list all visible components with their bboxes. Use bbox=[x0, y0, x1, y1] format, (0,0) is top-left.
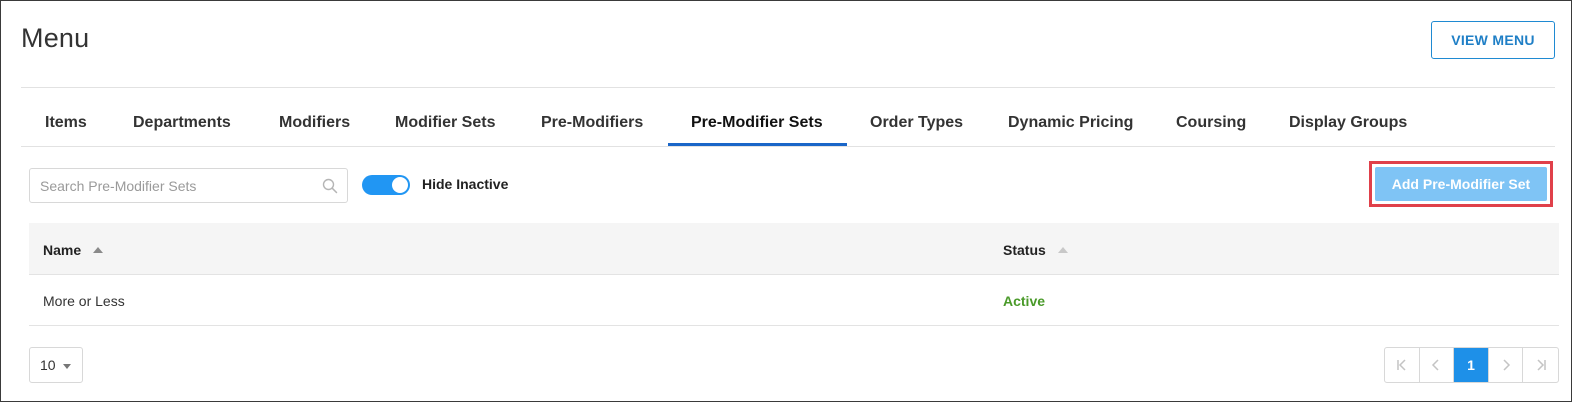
page-size-value: 10 bbox=[40, 357, 56, 373]
previous-page-button[interactable] bbox=[1420, 348, 1455, 382]
tab-items[interactable]: Items bbox=[45, 101, 87, 147]
search-icon[interactable] bbox=[322, 178, 338, 194]
next-page-button[interactable] bbox=[1489, 348, 1524, 382]
row-name: More or Less bbox=[43, 293, 125, 309]
tab-bar: Items Departments Modifiers Modifier Set… bbox=[21, 101, 1555, 147]
toggle-knob bbox=[392, 177, 408, 193]
tab-coursing[interactable]: Coursing bbox=[1176, 101, 1246, 147]
active-tab-indicator bbox=[668, 143, 847, 146]
hide-inactive-label: Hide Inactive bbox=[422, 176, 509, 192]
tab-display-groups[interactable]: Display Groups bbox=[1289, 101, 1407, 147]
tab-modifiers[interactable]: Modifiers bbox=[279, 101, 350, 147]
tab-pre-modifier-sets[interactable]: Pre-Modifier Sets bbox=[691, 101, 823, 147]
search-input[interactable] bbox=[30, 169, 310, 202]
page-size-select[interactable]: 10 bbox=[29, 347, 83, 383]
app-window: Menu VIEW MENU Items Departments Modifie… bbox=[0, 0, 1572, 402]
page-title: Menu bbox=[21, 23, 90, 53]
page-1-button[interactable]: 1 bbox=[1454, 348, 1489, 382]
column-header-status[interactable]: Status bbox=[1003, 242, 1068, 258]
last-page-icon bbox=[1537, 359, 1546, 371]
tab-departments[interactable]: Departments bbox=[133, 101, 231, 147]
previous-page-icon bbox=[1432, 359, 1439, 371]
column-header-name-label: Name bbox=[43, 242, 82, 258]
table-header: Name Status bbox=[29, 223, 1559, 275]
last-page-button[interactable] bbox=[1523, 348, 1558, 382]
column-header-name[interactable]: Name bbox=[43, 242, 104, 258]
sort-up-icon bbox=[93, 247, 104, 253]
add-pre-modifier-set-button[interactable]: Add Pre-Modifier Set bbox=[1375, 167, 1547, 201]
tab-order-types[interactable]: Order Types bbox=[870, 101, 963, 147]
next-page-icon bbox=[1503, 359, 1510, 371]
caret-down-icon bbox=[63, 364, 71, 369]
tab-dynamic-pricing[interactable]: Dynamic Pricing bbox=[1008, 101, 1133, 147]
hide-inactive-toggle[interactable] bbox=[362, 175, 410, 195]
first-page-button[interactable] bbox=[1385, 348, 1420, 382]
pagination: 1 bbox=[1384, 347, 1559, 383]
sort-up-icon bbox=[1057, 247, 1068, 253]
search-box bbox=[29, 168, 348, 203]
tab-pre-modifiers[interactable]: Pre-Modifiers bbox=[541, 101, 643, 147]
tab-modifier-sets[interactable]: Modifier Sets bbox=[395, 101, 495, 147]
first-page-icon bbox=[1397, 359, 1406, 371]
column-header-status-label: Status bbox=[1003, 242, 1046, 258]
view-menu-button[interactable]: VIEW MENU bbox=[1431, 21, 1555, 59]
header-divider bbox=[21, 87, 1555, 88]
row-status: Active bbox=[1003, 293, 1046, 309]
table-row[interactable]: More or Less Active bbox=[29, 276, 1559, 326]
